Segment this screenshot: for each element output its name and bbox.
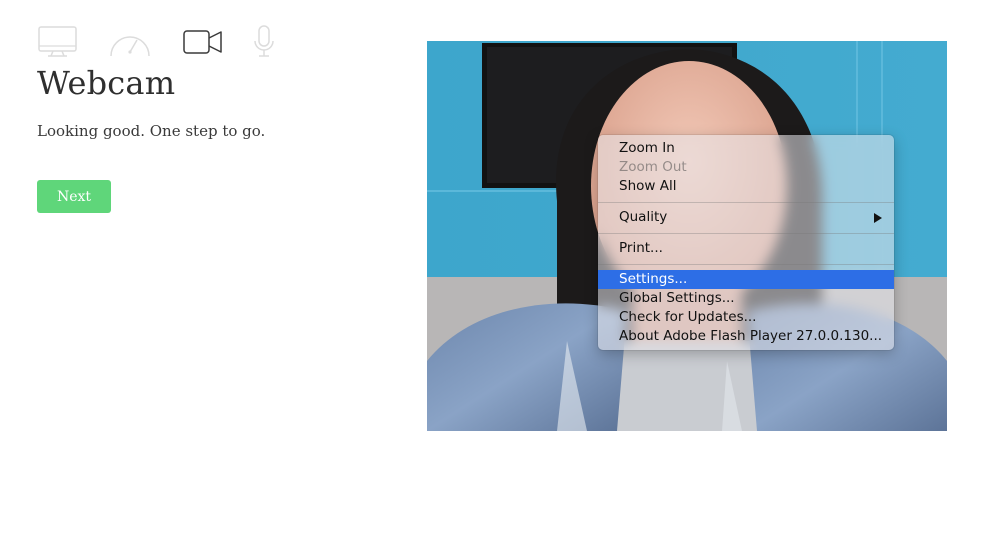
menu-item-quality[interactable]: Quality: [598, 208, 894, 227]
next-button[interactable]: Next: [37, 180, 111, 213]
menu-divider: [598, 233, 894, 234]
setup-steps: [37, 24, 282, 62]
menu-item-quality-label: Quality: [619, 209, 668, 225]
monitor-icon: [38, 26, 77, 57]
page-title: Webcam: [37, 64, 176, 102]
video-camera-icon: [183, 30, 222, 54]
menu-item-check-updates[interactable]: Check for Updates...: [598, 308, 894, 327]
flash-context-menu: Zoom In Zoom Out Show All Quality Print.…: [598, 135, 894, 350]
menu-divider: [598, 264, 894, 265]
menu-item-show-all[interactable]: Show All: [598, 177, 894, 196]
menu-item-about-flash[interactable]: About Adobe Flash Player 27.0.0.130...: [598, 327, 894, 346]
menu-item-print[interactable]: Print...: [598, 239, 894, 258]
submenu-arrow-icon: [874, 213, 882, 223]
status-message: Looking good. One step to go.: [37, 122, 266, 140]
menu-item-zoom-in[interactable]: Zoom In: [598, 139, 894, 158]
menu-item-global-settings[interactable]: Global Settings...: [598, 289, 894, 308]
menu-divider: [598, 202, 894, 203]
menu-item-settings[interactable]: Settings...: [598, 270, 894, 289]
microphone-icon: [254, 25, 274, 57]
speedometer-icon: [110, 36, 150, 57]
menu-item-zoom-out: Zoom Out: [619, 159, 687, 175]
webcam-setup-page: Webcam Looking good. One step to go. Nex…: [0, 0, 993, 553]
